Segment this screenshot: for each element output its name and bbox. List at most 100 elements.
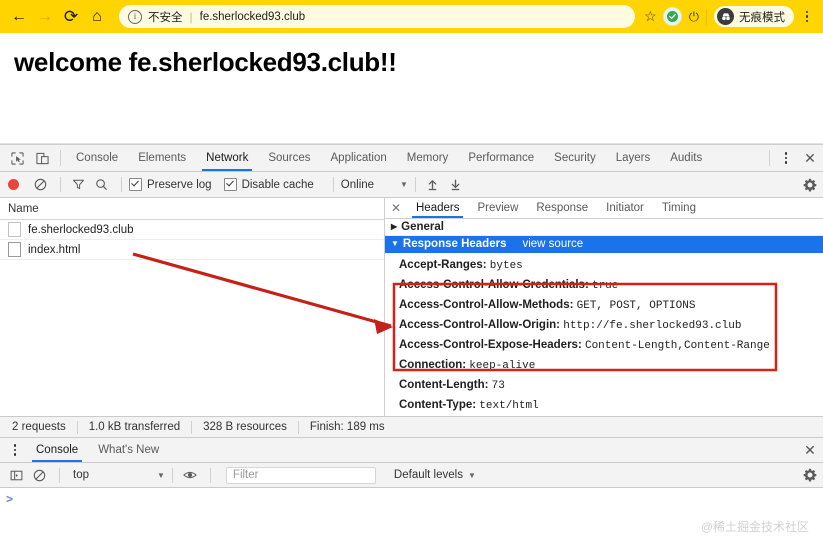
- console-settings-icon[interactable]: [803, 468, 817, 482]
- record-button[interactable]: [8, 179, 19, 190]
- back-arrow-icon[interactable]: ←: [6, 4, 32, 30]
- address-bar-url[interactable]: fe.sherlocked93.club: [200, 11, 305, 23]
- console-filter-input[interactable]: Filter: [225, 466, 376, 484]
- tab-application[interactable]: Application: [321, 145, 397, 171]
- toolbar-divider: [706, 8, 707, 25]
- log-levels-dropdown[interactable]: Default levels ▼: [394, 469, 476, 481]
- drawer-tab-console[interactable]: Console: [26, 438, 88, 462]
- request-list: Name fe.sherlocked93.club index.html: [0, 198, 385, 416]
- console-sidebar-icon[interactable]: [6, 469, 26, 482]
- tab-initiator[interactable]: Initiator: [597, 198, 653, 218]
- preserve-log-checkbox[interactable]: Preserve log: [129, 178, 212, 191]
- response-headers-label: Response Headers: [402, 237, 507, 250]
- clear-console-icon[interactable]: [29, 469, 49, 482]
- incognito-indicator[interactable]: 无痕模式: [714, 6, 794, 27]
- tab-console[interactable]: Console: [66, 145, 128, 171]
- forward-arrow-icon[interactable]: →: [32, 4, 58, 30]
- live-expression-icon[interactable]: [180, 468, 200, 482]
- tab-sources[interactable]: Sources: [258, 145, 320, 171]
- console-divider-2: [171, 467, 173, 483]
- star-bookmark-icon[interactable]: ☆: [644, 8, 657, 25]
- tab-elements[interactable]: Elements: [128, 145, 196, 171]
- console-filter-placeholder: Filter: [232, 469, 259, 481]
- toolbar-divider-1: [60, 177, 61, 192]
- tab-memory[interactable]: Memory: [397, 145, 459, 171]
- export-har-icon[interactable]: [446, 178, 466, 191]
- execution-context-dropdown[interactable]: top ▼: [73, 469, 165, 481]
- filter-icon[interactable]: [68, 178, 88, 191]
- tab-performance[interactable]: Performance: [458, 145, 544, 171]
- tab-response[interactable]: Response: [527, 198, 597, 218]
- gear-icon[interactable]: [803, 178, 817, 192]
- header-name: Access-Control-Allow-Origin:: [399, 318, 561, 331]
- power-icon[interactable]: ⏻: [689, 9, 699, 25]
- reload-icon[interactable]: ⟳: [58, 4, 84, 30]
- preserve-log-checkbox-box[interactable]: [129, 178, 142, 191]
- response-headers-section-header[interactable]: ▼ Response Headers view source: [385, 235, 823, 253]
- header-row: Access-Control-Expose-Headers: Content-L…: [399, 336, 823, 356]
- tabbar-divider: [60, 150, 61, 166]
- extension-icon[interactable]: [662, 7, 682, 26]
- omnibox-divider: |: [189, 9, 193, 24]
- close-detail-icon[interactable]: ✕: [385, 198, 407, 218]
- disable-cache-checkbox[interactable]: Disable cache: [223, 178, 314, 191]
- console-output[interactable]: >: [0, 488, 823, 529]
- tab-headers[interactable]: Headers: [407, 198, 468, 218]
- search-icon[interactable]: [91, 178, 111, 191]
- detail-tabbar: ✕ Headers Preview Response Initiator Tim…: [385, 198, 823, 219]
- omnibox[interactable]: i 不安全 | fe.sherlocked93.club: [119, 5, 636, 28]
- tab-layers[interactable]: Layers: [606, 145, 661, 171]
- inspect-element-icon[interactable]: [5, 145, 30, 171]
- watermark: @稀土掘金技术社区: [700, 520, 809, 534]
- status-divider: [76, 420, 78, 434]
- view-source-link[interactable]: view source: [522, 238, 583, 250]
- network-body: Name fe.sherlocked93.club index.html ✕ H…: [0, 198, 823, 416]
- header-value: http://fe.sherlocked93.club: [563, 319, 742, 332]
- tab-security[interactable]: Security: [544, 145, 606, 171]
- request-detail-pane: ✕ Headers Preview Response Initiator Tim…: [385, 198, 823, 416]
- tab-timing[interactable]: Timing: [653, 198, 705, 218]
- drawer-close-icon[interactable]: ✕: [797, 438, 823, 462]
- chevron-down-icon: ▼: [400, 180, 408, 189]
- requests-count: 2 requests: [12, 421, 66, 433]
- drawer-menu-icon[interactable]: [4, 438, 26, 462]
- tab-preview[interactable]: Preview: [468, 198, 527, 218]
- devtools-close-icon[interactable]: ✕: [797, 145, 823, 171]
- toolbar-divider-4: [414, 177, 416, 192]
- tab-audits[interactable]: Audits: [660, 145, 712, 171]
- header-value: Content-Length,Content-Range: [584, 339, 770, 352]
- finish-time: Finish: 189 ms: [309, 421, 385, 433]
- site-info-icon[interactable]: i: [128, 9, 142, 24]
- header-name: Access-Control-Allow-Methods:: [399, 298, 574, 311]
- throttling-dropdown[interactable]: Online ▼: [341, 179, 408, 191]
- header-row: Accept-Ranges: bytes: [399, 256, 823, 276]
- drawer-tab-whats-new[interactable]: What's New: [88, 438, 169, 462]
- preserve-log-label: Preserve log: [147, 178, 212, 191]
- disable-cache-checkbox-box[interactable]: [223, 178, 237, 191]
- response-headers-list: Accept-Ranges: bytes Access-Control-Allo…: [385, 253, 823, 416]
- tab-network[interactable]: Network: [196, 145, 258, 171]
- general-section-header[interactable]: ▶ General: [385, 219, 823, 236]
- resources-size: 328 B resources: [203, 421, 287, 433]
- request-name: index.html: [28, 243, 81, 256]
- request-list-header[interactable]: Name: [0, 198, 384, 220]
- table-row[interactable]: index.html: [0, 240, 384, 260]
- execution-context-value: top: [73, 469, 89, 481]
- table-row[interactable]: fe.sherlocked93.club: [0, 220, 384, 240]
- header-value: GET, POST, OPTIONS: [576, 299, 696, 312]
- clear-icon[interactable]: [30, 178, 50, 191]
- device-toolbar-icon[interactable]: [30, 145, 55, 171]
- home-icon[interactable]: ⌂: [84, 4, 110, 30]
- header-name: Access-Control-Expose-Headers:: [399, 338, 582, 351]
- toolbar-divider-3: [332, 177, 334, 192]
- status-divider: [297, 420, 299, 434]
- devtools-more-icon[interactable]: [775, 145, 797, 171]
- console-prompt-icon: >: [6, 492, 14, 506]
- header-row: Access-Control-Allow-Origin: http://fe.s…: [399, 316, 823, 336]
- header-value: text/html: [479, 399, 539, 412]
- import-har-icon[interactable]: [423, 178, 443, 191]
- header-name: Accept-Ranges:: [399, 258, 487, 271]
- request-name: fe.sherlocked93.club: [28, 223, 134, 236]
- drawer-spacer: [169, 438, 797, 462]
- chrome-menu-icon[interactable]: [799, 10, 815, 23]
